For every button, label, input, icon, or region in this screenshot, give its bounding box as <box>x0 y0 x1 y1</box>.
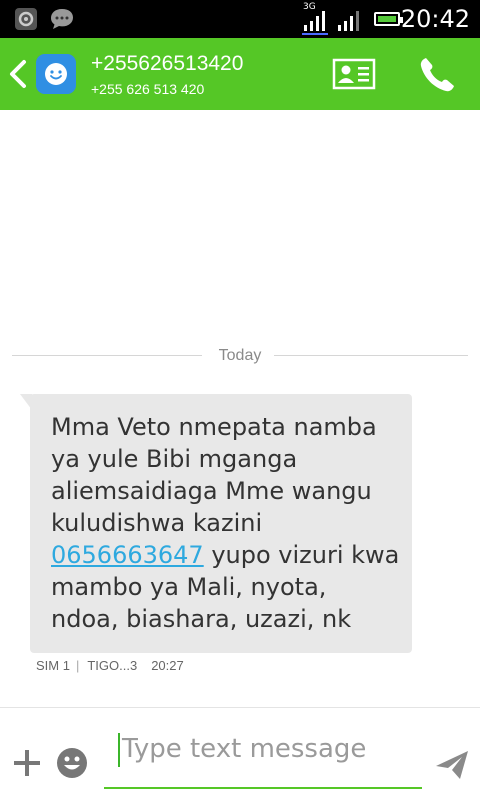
status-bar: 3G 20:42 <box>0 0 480 38</box>
date-divider-label: Today <box>218 347 262 364</box>
emoji-icon[interactable] <box>56 747 88 779</box>
message-bubble[interactable]: Mma Veto nmepata namba ya yule Bibi mgan… <box>30 394 412 653</box>
contact-card-icon[interactable] <box>332 58 376 90</box>
settings-icon <box>15 8 37 30</box>
phone-icon[interactable] <box>416 54 460 94</box>
composer-divider <box>0 707 480 708</box>
messenger-avatar-icon[interactable] <box>36 54 76 94</box>
contact-number-formatted: +255 626 513 420 <box>91 81 205 97</box>
chat-bubble-icon <box>51 9 73 29</box>
message-time: 20:27 <box>151 658 184 673</box>
text-cursor <box>118 733 120 767</box>
meta-separator: | <box>75 658 80 673</box>
contact-number: +255626513420 <box>91 52 244 75</box>
message-sim: SIM 1 <box>36 658 70 673</box>
message-carrier: TIGO...3 <box>87 658 138 673</box>
message-text-before: Mma Veto nmepata namba ya yule Bibi mgan… <box>51 413 377 537</box>
message-input-placeholder: Type text message <box>122 734 367 764</box>
add-icon[interactable] <box>12 748 42 778</box>
battery-icon <box>374 12 403 26</box>
message-input[interactable]: Type text message <box>104 725 424 789</box>
send-icon[interactable] <box>434 749 470 781</box>
signal-strength-sim1-icon <box>302 9 328 35</box>
signal-strength-sim2-icon <box>338 9 362 31</box>
message-text: Mma Veto nmepata namba ya yule Bibi mgan… <box>51 411 401 635</box>
phone-number-link[interactable]: 0656663647 <box>51 541 204 569</box>
back-arrow-icon[interactable] <box>6 58 30 90</box>
message-meta: SIM 1 | TIGO...3 20:27 <box>36 658 190 673</box>
conversation-header: +255626513420 +255 626 513 420 <box>0 38 480 110</box>
status-time: 20:42 <box>400 5 470 33</box>
date-divider: Today <box>12 343 468 369</box>
input-underline <box>104 787 422 789</box>
